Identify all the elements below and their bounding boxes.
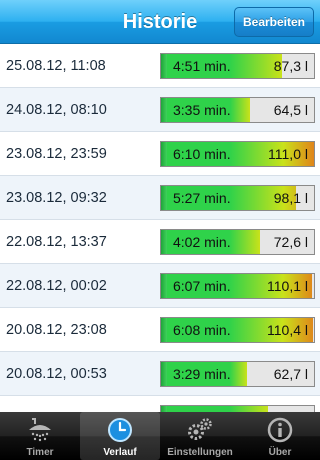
usage-bar: 3:29 min. 62,7 l <box>160 361 315 387</box>
row-date: 20.08.12, 23:08 <box>6 322 107 338</box>
shower-icon <box>29 418 51 442</box>
usage-bar <box>160 405 315 412</box>
history-row[interactable]: 22.08.12, 13:37 4:02 min. 72,6 l <box>0 220 320 264</box>
row-date: 23.08.12, 23:59 <box>6 146 107 162</box>
row-volume: 98,1 l <box>273 190 308 206</box>
tab-label-ueber: Über <box>268 447 292 458</box>
tab-einstellungen[interactable]: Einstellungen <box>160 412 240 460</box>
tab-label-timer: Timer <box>26 447 54 458</box>
row-volume: 64,5 l <box>273 102 308 118</box>
tab-bar: Timer Verlauf Einstellungen Über <box>0 412 320 460</box>
history-row[interactable]: 20.08.12, 23:08 6:08 min. 110,4 l <box>0 308 320 352</box>
tab-ueber[interactable]: Über <box>240 412 320 460</box>
usage-bar: 6:07 min. 110,1 l <box>160 273 315 299</box>
row-volume: 62,7 l <box>273 366 308 382</box>
row-volume: 111,0 l <box>268 146 308 162</box>
row-date: 22.08.12, 00:02 <box>6 278 107 294</box>
usage-bar: 5:27 min. 98,1 l <box>160 185 315 211</box>
history-row[interactable]: 20.08.12, 00:53 3:29 min. 62,7 l <box>0 352 320 396</box>
history-row[interactable]: 24.08.12, 08:10 3:35 min. 64,5 l <box>0 88 320 132</box>
row-duration: 6:07 min. <box>173 278 231 294</box>
row-volume: 72,6 l <box>273 234 308 250</box>
nav-bar: Historie Bearbeiten <box>0 0 320 44</box>
usage-bar-edge <box>161 318 167 342</box>
usage-bar-edge <box>161 54 167 78</box>
clock-icon <box>108 418 132 442</box>
usage-bar-edge <box>161 362 167 386</box>
usage-bar-edge <box>161 230 167 254</box>
history-row[interactable] <box>0 396 320 412</box>
row-date: 25.08.12, 11:08 <box>6 58 106 74</box>
tab-label-einstellungen: Einstellungen <box>167 447 233 458</box>
usage-bar-edge <box>161 274 167 298</box>
usage-bar: 6:08 min. 110,4 l <box>160 317 315 343</box>
row-volume: 110,4 l <box>267 322 308 338</box>
usage-bar: 4:51 min. 87,3 l <box>160 53 315 79</box>
history-row[interactable]: 23.08.12, 09:32 5:27 min. 98,1 l <box>0 176 320 220</box>
row-duration: 5:27 min. <box>173 190 231 206</box>
row-duration: 3:35 min. <box>173 102 231 118</box>
usage-bar-edge <box>161 142 167 166</box>
history-row[interactable]: 25.08.12, 11:08 4:51 min. 87,3 l <box>0 44 320 88</box>
usage-bar: 6:10 min. 111,0 l <box>160 141 315 167</box>
row-date: 23.08.12, 09:32 <box>6 190 107 206</box>
tab-verlauf[interactable]: Verlauf <box>80 412 160 460</box>
usage-bar: 4:02 min. 72,6 l <box>160 229 315 255</box>
row-date: 24.08.12, 08:10 <box>6 102 107 118</box>
row-volume: 87,3 l <box>273 58 308 74</box>
history-row[interactable]: 23.08.12, 23:59 6:10 min. 111,0 l <box>0 132 320 176</box>
edit-button[interactable]: Bearbeiten <box>234 7 314 37</box>
row-duration: 6:10 min. <box>173 146 231 162</box>
row-duration: 6:08 min. <box>173 322 231 338</box>
history-row[interactable]: 22.08.12, 00:02 6:07 min. 110,1 l <box>0 264 320 308</box>
gears-icon <box>188 418 212 440</box>
row-duration: 3:29 min. <box>173 366 231 382</box>
info-icon <box>267 417 293 443</box>
row-date: 22.08.12, 13:37 <box>6 234 107 250</box>
usage-bar: 3:35 min. 64,5 l <box>160 97 315 123</box>
history-list[interactable]: 25.08.12, 11:08 4:51 min. 87,3 l 24.08.12, … <box>0 44 320 412</box>
row-duration: 4:02 min. <box>173 234 231 250</box>
tab-label-verlauf: Verlauf <box>103 447 137 458</box>
usage-bar-edge <box>161 186 167 210</box>
row-volume: 110,1 l <box>267 278 308 294</box>
row-date: 20.08.12, 00:53 <box>6 366 107 382</box>
row-duration: 4:51 min. <box>173 58 231 74</box>
usage-bar-edge <box>161 98 167 122</box>
tab-timer[interactable]: Timer <box>0 412 80 460</box>
